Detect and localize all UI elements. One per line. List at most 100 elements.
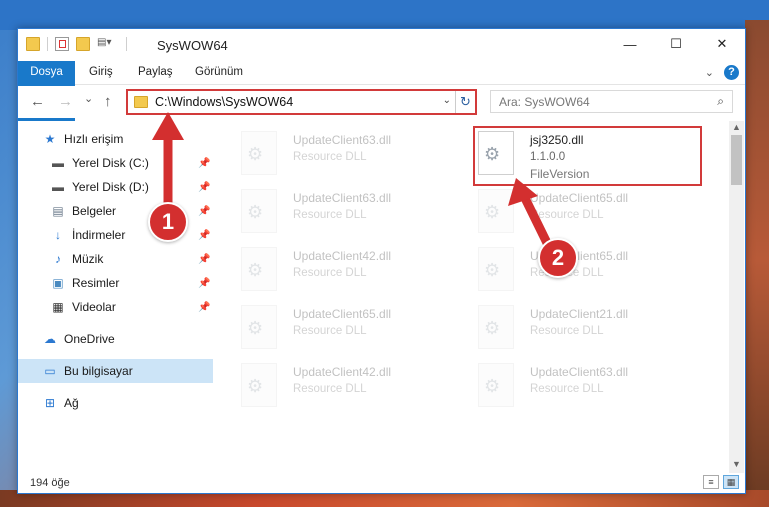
navigation-bar: ← → ⌄ ↑ C:\Windows\SysWOW64 ⌄ ↻ Ara: Sys… xyxy=(18,86,745,118)
list-item[interactable]: ⚙ UpdateClient65.dll Resource DLL xyxy=(470,181,690,241)
pin-icon[interactable]: 📌 xyxy=(198,206,210,217)
pin-icon[interactable]: 📌 xyxy=(198,254,210,265)
gear-icon: ⚙ xyxy=(247,376,264,396)
file-description: Resource DLL xyxy=(293,383,367,395)
address-path[interactable]: C:\Windows\SysWOW64 xyxy=(155,95,293,109)
vertical-scrollbar[interactable]: ▲ ▼ xyxy=(729,121,744,473)
close-button[interactable]: ✕ xyxy=(699,29,745,59)
window-title: SysWOW64 xyxy=(157,38,228,53)
tab-share[interactable]: Paylaş xyxy=(129,61,182,84)
separator xyxy=(126,37,127,51)
new-folder-icon[interactable] xyxy=(76,37,90,51)
sidebar-item-drive-c[interactable]: ▬ Yerel Disk (C:) 📌 xyxy=(18,151,213,175)
star-icon: ★ xyxy=(44,132,56,146)
back-arrow-icon[interactable]: ← xyxy=(30,93,45,110)
recent-locations-icon[interactable]: ⌄ xyxy=(84,92,93,105)
gear-icon: ⚙ xyxy=(247,202,264,222)
item-count: 194 öğe xyxy=(30,477,70,489)
dll-file-icon: ⚙ xyxy=(241,305,277,349)
music-icon: ♪ xyxy=(55,252,61,266)
search-input[interactable]: Ara: SysWOW64 ⌕ xyxy=(490,90,733,113)
properties-icon[interactable] xyxy=(55,37,69,51)
sidebar-item-label: Bu bilgisayar xyxy=(64,364,133,378)
download-icon: ↓ xyxy=(55,228,61,242)
file-name: UpdateClient63.dll xyxy=(530,365,629,379)
pin-icon[interactable]: 📌 xyxy=(198,182,210,193)
pin-icon[interactable]: 📌 xyxy=(198,302,210,313)
file-name: UpdateClient21.dll xyxy=(530,307,629,321)
sidebar-item-pictures[interactable]: ▣ Resimler 📌 xyxy=(18,271,213,295)
gear-icon: ⚙ xyxy=(247,144,264,164)
scrollbar-thumb[interactable] xyxy=(731,135,742,185)
dll-file-icon: ⚙ xyxy=(478,363,514,407)
gear-icon: ⚙ xyxy=(484,376,501,396)
list-item[interactable]: ⚙ UpdateClient65.dll Resource DLL xyxy=(470,239,690,299)
list-item[interactable]: ⚙ UpdateClient63.dll Resource DLL xyxy=(470,355,690,415)
maximize-button[interactable]: ☐ xyxy=(653,29,699,59)
sidebar-item-label: İndirmeler xyxy=(72,228,126,242)
list-item[interactable]: ⚙ UpdateClient42.dll Resource DLL xyxy=(233,355,453,415)
tab-home[interactable]: Giriş xyxy=(80,61,122,84)
document-icon: ▤ xyxy=(52,204,64,218)
forward-arrow-icon[interactable]: → xyxy=(58,93,73,110)
chevron-down-icon[interactable]: ⌄ xyxy=(443,95,451,106)
dll-file-icon: ⚙ xyxy=(241,131,277,175)
tiles-view-icon[interactable]: ▦ xyxy=(723,475,739,489)
gear-icon: ⚙ xyxy=(484,202,501,222)
sidebar-item-label: Yerel Disk (D:) xyxy=(72,180,149,194)
details-view-icon[interactable]: ≡ xyxy=(703,475,719,489)
sidebar-item-videos[interactable]: ▦ Videolar 📌 xyxy=(18,295,213,319)
list-item[interactable]: ⚙ UpdateClient63.dll Resource DLL xyxy=(233,123,453,183)
minimize-button[interactable]: — xyxy=(607,29,653,59)
list-item[interactable]: ⚙ UpdateClient42.dll Resource DLL xyxy=(233,239,453,299)
step-badge-1: 1 xyxy=(148,202,188,242)
dll-file-icon: ⚙ xyxy=(241,363,277,407)
pin-icon[interactable]: 📌 xyxy=(198,158,210,169)
file-description: Resource DLL xyxy=(293,151,367,163)
sidebar-item-music[interactable]: ♪ Müzik 📌 xyxy=(18,247,213,271)
help-icon[interactable]: ? xyxy=(724,65,739,80)
drive-icon: ▬ xyxy=(52,156,64,170)
status-bar: 194 öğe ≡ ▦ xyxy=(18,473,745,493)
file-description: Resource DLL xyxy=(530,383,604,395)
list-item[interactable]: ⚙ UpdateClient65.dll Resource DLL xyxy=(233,297,453,357)
folder-icon xyxy=(134,96,148,108)
refresh-icon[interactable]: ↻ xyxy=(455,91,475,113)
scroll-up-icon[interactable]: ▲ xyxy=(732,122,741,132)
sidebar-item-label: Müzik xyxy=(72,252,104,266)
dll-file-icon: ⚙ xyxy=(478,247,514,291)
address-bar[interactable]: C:\Windows\SysWOW64 ⌄ ↻ xyxy=(126,89,477,115)
desktop-side xyxy=(745,20,769,500)
folder-icon xyxy=(26,37,40,51)
sidebar-item-quick-access[interactable]: ★ Hızlı erişim xyxy=(18,127,213,151)
list-item[interactable]: ⚙ UpdateClient63.dll Resource DLL xyxy=(233,181,453,241)
pin-icon[interactable]: 📌 xyxy=(198,278,210,289)
quick-access-toolbar: ▤▾ xyxy=(26,37,127,51)
customize-toolbar-icon[interactable]: ▤▾ xyxy=(97,37,119,51)
video-icon: ▦ xyxy=(52,300,64,314)
sidebar-item-label: Belgeler xyxy=(72,204,117,218)
gear-icon: ⚙ xyxy=(484,260,501,280)
file-description: Resource DLL xyxy=(530,209,604,221)
view-switcher: ≡ ▦ xyxy=(703,475,739,489)
ribbon: Dosya Giriş Paylaş Görünüm ⌄ ? xyxy=(18,61,745,121)
computer-icon: ▭ xyxy=(44,364,56,378)
search-icon[interactable]: ⌕ xyxy=(717,94,724,109)
network-icon: ⊞ xyxy=(44,396,56,410)
sidebar-item-drive-d[interactable]: ▬ Yerel Disk (D:) 📌 xyxy=(18,175,213,199)
chevron-down-icon[interactable]: ⌄ xyxy=(705,66,714,79)
file-description: Resource DLL xyxy=(293,209,367,221)
sidebar-item-network[interactable]: ⊞ Ağ xyxy=(18,391,213,415)
tab-view[interactable]: Görünüm xyxy=(186,61,252,84)
sidebar-item-this-pc[interactable]: ▭ Bu bilgisayar xyxy=(18,359,213,383)
file-description: Resource DLL xyxy=(530,325,604,337)
pin-icon[interactable]: 📌 xyxy=(198,230,210,241)
up-arrow-icon[interactable]: ↑ xyxy=(104,93,112,110)
scroll-down-icon[interactable]: ▼ xyxy=(732,459,741,469)
sidebar-item-onedrive[interactable]: ☁ OneDrive xyxy=(18,327,213,351)
drive-icon: ▬ xyxy=(52,180,64,194)
list-item[interactable]: ⚙ UpdateClient21.dll Resource DLL xyxy=(470,297,690,357)
step-badge-2: 2 xyxy=(538,238,578,278)
file-name: UpdateClient65.dll xyxy=(293,307,392,321)
dll-file-icon: ⚙ xyxy=(241,189,277,233)
